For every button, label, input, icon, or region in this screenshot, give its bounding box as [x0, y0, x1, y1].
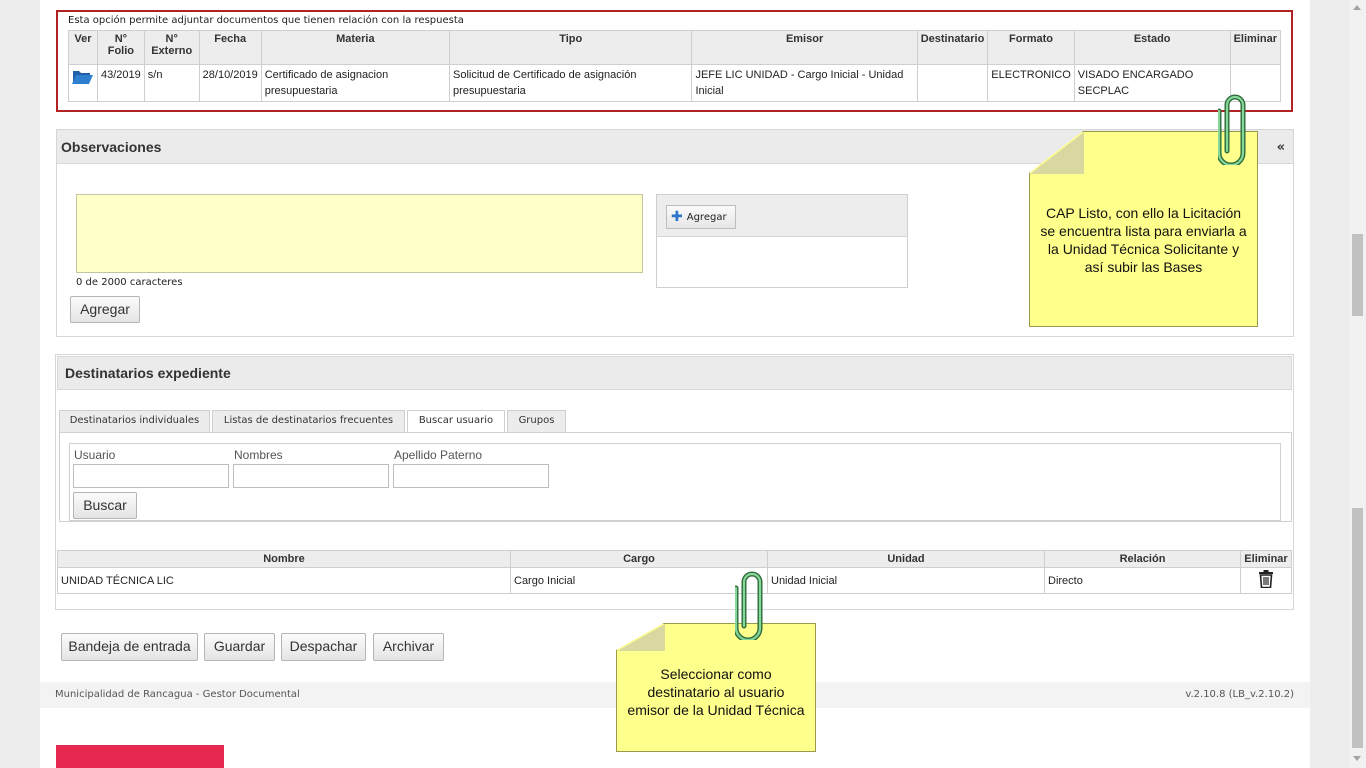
recipient-cargo: Cargo Inicial: [510, 567, 768, 594]
plus-icon: ✚: [671, 209, 683, 225]
col-cargo: Cargo: [510, 550, 768, 568]
table-row: 43/2019 s/n 28/10/2019 Certificado de as…: [68, 64, 1282, 102]
recipient-relacion: Directo: [1044, 567, 1241, 594]
table-row: UNIDAD TÉCNICA LIC Cargo Inicial Unidad …: [57, 567, 1292, 594]
sticky-note-destinatario-text: Seleccionar como destinatario al usuario…: [627, 666, 805, 718]
usuario-input[interactable]: [73, 464, 229, 488]
col-externo: N° Externo: [143, 30, 200, 65]
doc-fecha: 28/10/2019: [198, 64, 262, 102]
documents-header-row: Ver N° Folio N° Externo Fecha Materia Ti…: [68, 30, 1282, 65]
recipients-header-row: Nombre Cargo Unidad Relación Eliminar: [57, 550, 1292, 568]
brand-bar: [56, 745, 224, 768]
scroll-up-arrow-icon[interactable]: [1353, 5, 1361, 10]
footer-org: Municipalidad de Rancagua - Gestor Docum…: [55, 689, 300, 700]
tab-listas-frecuentes[interactable]: Listas de destinatarios frecuentes: [212, 410, 405, 432]
search-button[interactable]: Buscar: [73, 492, 137, 519]
col-nombre: Nombre: [57, 550, 511, 568]
col-unidad: Unidad: [767, 550, 1045, 568]
observaciones-title: Observaciones: [61, 139, 162, 155]
delete-recipient-cell[interactable]: [1240, 567, 1292, 594]
col-folio: N° Folio: [97, 30, 145, 65]
col-formato: Formato: [987, 30, 1075, 65]
scroll-down-arrow-icon[interactable]: [1353, 756, 1361, 761]
doc-externo: s/n: [143, 64, 200, 102]
usuario-label: Usuario: [74, 448, 116, 462]
tab-grupos[interactable]: Grupos: [507, 410, 566, 432]
col-fecha: Fecha: [198, 30, 262, 65]
sticky-note-cap-text: CAP Listo, con ello la Licitación se enc…: [1040, 205, 1247, 275]
col-relacion: Relación: [1044, 550, 1241, 568]
recipient-unidad: Unidad Inicial: [767, 567, 1045, 594]
buscar-usuario-tab-body: Usuario Nombres Apellido Paterno Buscar: [59, 432, 1292, 522]
paperclip-icon: [1218, 94, 1246, 165]
col-tipo: Tipo: [449, 30, 693, 65]
nombres-label: Nombres: [234, 448, 283, 462]
add-observation-button[interactable]: Agregar: [70, 296, 140, 323]
user-search-form: Usuario Nombres Apellido Paterno Buscar: [69, 443, 1281, 521]
tab-destinatarios-individuales[interactable]: Destinatarios individuales: [59, 410, 210, 432]
attachment-toolbar: ✚ Agregar: [657, 195, 907, 237]
collapse-toggle[interactable]: «: [1277, 140, 1285, 155]
recipients-table: Nombre Cargo Unidad Relación Eliminar UN…: [57, 550, 1292, 594]
col-eliminar-dest: Eliminar: [1240, 550, 1292, 568]
sticky-note-destinatario: Seleccionar como destinatario al usuario…: [616, 623, 816, 752]
bandeja-entrada-button[interactable]: Bandeja de entrada: [61, 633, 198, 661]
attachment-box: ✚ Agregar: [656, 194, 908, 288]
destinatarios-header: Destinatarios expediente: [57, 356, 1292, 390]
view-document-cell[interactable]: [68, 64, 98, 102]
tab-buscar-usuario[interactable]: Buscar usuario: [407, 410, 505, 433]
observaciones-textarea[interactable]: [76, 194, 643, 273]
trash-icon[interactable]: [1258, 570, 1274, 589]
scrollbar-thumb-lower[interactable]: [1352, 508, 1363, 748]
char-counter: 0 de 2000 caracteres: [76, 277, 183, 288]
despachar-button[interactable]: Despachar: [281, 633, 366, 661]
doc-tipo: Solicitud de Certificado de asignación p…: [449, 64, 693, 102]
guardar-button[interactable]: Guardar: [204, 633, 275, 661]
doc-estado: VISADO ENCARGADO SECPLAC: [1073, 64, 1231, 102]
doc-destinatario: [916, 64, 989, 102]
col-destinatario: Destinatario: [916, 30, 989, 65]
scrollbar-thumb[interactable]: [1352, 234, 1363, 316]
open-folder-icon[interactable]: [72, 69, 94, 85]
documents-note: Esta opción permite adjuntar documentos …: [68, 15, 464, 26]
col-emisor: Emisor: [691, 30, 918, 65]
apellido-paterno-label: Apellido Paterno: [394, 448, 483, 462]
doc-formato: ELECTRONICO: [987, 64, 1075, 102]
col-ver: Ver: [68, 30, 98, 65]
destinatarios-panel: Destinatarios expediente Destinatarios i…: [55, 354, 1294, 610]
apellido-paterno-input[interactable]: [393, 464, 549, 488]
doc-emisor: JEFE LIC UNIDAD - Cargo Inicial - Unidad…: [691, 64, 918, 102]
documents-table: Ver N° Folio N° Externo Fecha Materia Ti…: [68, 30, 1282, 102]
footer-version: v.2.10.8 (LB_v.2.10.2): [1185, 689, 1294, 700]
archivar-button[interactable]: Archivar: [373, 633, 444, 661]
related-documents-box: Esta opción permite adjuntar documentos …: [56, 10, 1293, 112]
col-estado: Estado: [1073, 30, 1231, 65]
destinatarios-title: Destinatarios expediente: [65, 365, 231, 381]
col-materia: Materia: [260, 30, 451, 65]
add-attachment-button[interactable]: ✚ Agregar: [666, 205, 736, 229]
col-eliminar: Eliminar: [1229, 30, 1282, 65]
nombres-input[interactable]: [233, 464, 389, 488]
doc-folio: 43/2019: [97, 64, 145, 102]
recipient-nombre: UNIDAD TÉCNICA LIC: [57, 567, 511, 594]
doc-materia: Certificado de asignacion presupuestaria: [260, 64, 451, 102]
paperclip-icon: [735, 571, 763, 640]
add-attachment-label: Agregar: [686, 212, 727, 223]
